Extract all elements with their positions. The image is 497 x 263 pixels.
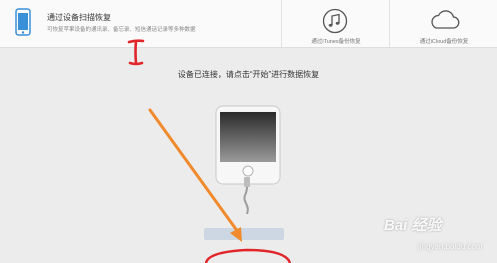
baidu-watermark: Bai 经验 (384, 217, 442, 234)
baidu-watermark-url: jingyan.baidu.com (418, 242, 483, 251)
